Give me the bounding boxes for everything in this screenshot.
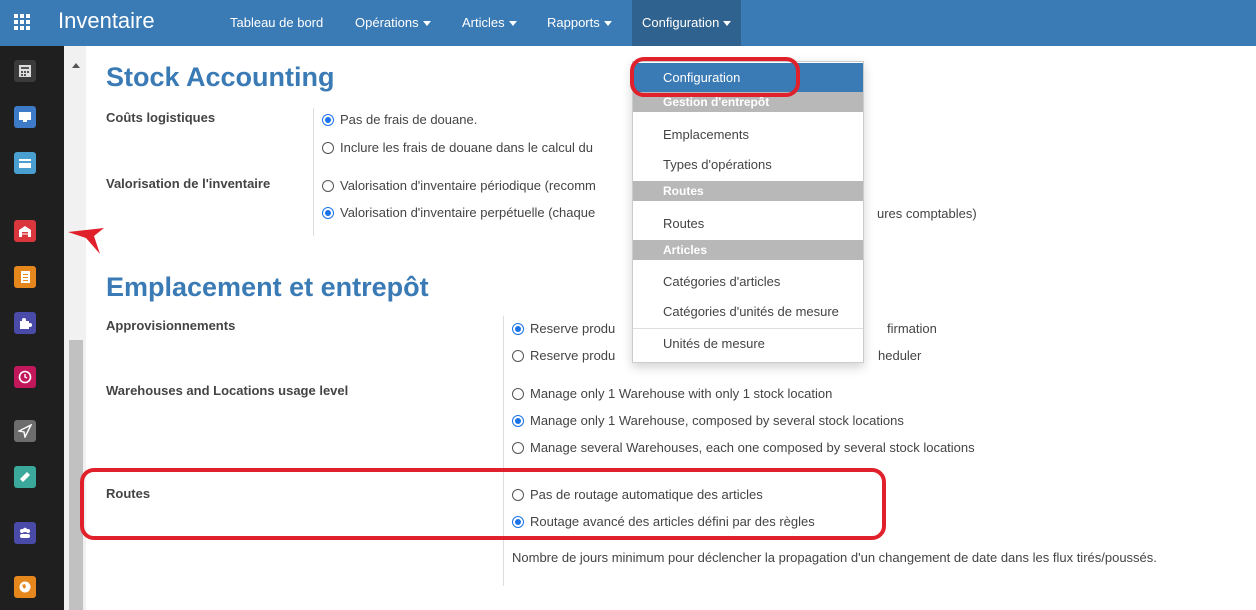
radio-label: Valorisation d'inventaire perpétuelle (c… — [340, 205, 596, 220]
radio-checked[interactable] — [512, 322, 524, 335]
chevron-down-icon — [723, 21, 732, 27]
radio-label: Manage several Warehouses, each one comp… — [530, 440, 975, 455]
radio-label: Pas de frais de douane. — [340, 112, 478, 127]
menu-label: Tableau de bord — [230, 15, 324, 30]
globe-icon[interactable] — [14, 576, 36, 598]
users-icon[interactable] — [14, 522, 36, 544]
field-divider — [313, 108, 314, 236]
menu-operations[interactable]: Opérations — [349, 0, 437, 46]
chevron-down-icon — [422, 21, 431, 27]
menu-articles[interactable]: Articles — [456, 0, 523, 46]
radio-option[interactable]: Inclure les frais de douane dans le calc… — [322, 140, 593, 155]
dropdown-item-types-operations[interactable]: Types d'opérations — [633, 150, 863, 179]
radio-checked[interactable] — [322, 206, 334, 219]
dropdown-item-configuration[interactable]: Configuration — [633, 63, 863, 92]
radio-checked[interactable] — [512, 414, 524, 427]
app-sidebar — [0, 46, 64, 610]
radio-unchecked[interactable] — [512, 488, 524, 501]
radio-label: Manage only 1 Warehouse with only 1 stoc… — [530, 386, 833, 401]
radio-label: Pas de routage automatique des articles — [530, 487, 763, 502]
menu-label: Rapports — [547, 15, 600, 30]
document-icon[interactable] — [14, 266, 36, 288]
radio-unchecked[interactable] — [512, 441, 524, 454]
radio-option[interactable]: Reserve produ — [512, 321, 615, 336]
dropdown-item-emplacements[interactable]: Emplacements — [633, 120, 863, 149]
field-divider — [503, 316, 504, 586]
top-navbar: Inventaire Tableau de bord Opérations Ar… — [0, 0, 1256, 46]
radio-label: Reserve produ — [530, 321, 616, 336]
scroll-up-icon[interactable] — [72, 63, 80, 68]
radio-label: Valorisation d'inventaire périodique (re… — [340, 178, 596, 193]
warehouse-icon[interactable] — [14, 220, 36, 242]
valorisation-label: Valorisation de l'inventaire — [106, 176, 271, 191]
menu-configuration[interactable]: Configuration — [632, 0, 742, 46]
app-title[interactable]: Inventaire — [58, 8, 155, 34]
annotation-arrow-icon — [68, 228, 104, 254]
radio-option[interactable]: Manage only 1 Warehouse, composed by sev… — [512, 413, 904, 428]
couts-logistiques-label: Coûts logistiques — [106, 110, 216, 125]
routes-help-text: Nombre de jours minimum pour déclencher … — [512, 550, 1157, 565]
calculator-icon[interactable] — [14, 60, 36, 82]
radio-unchecked[interactable] — [512, 349, 524, 362]
send-icon[interactable] — [14, 420, 36, 442]
routes-label: Routes — [106, 486, 151, 501]
configuration-dropdown: Configuration Gestion d'entrepôt Emplace… — [632, 61, 864, 363]
chevron-down-icon — [603, 21, 612, 27]
radio-label: Inclure les frais de douane dans le calc… — [340, 140, 593, 155]
radio-option[interactable]: Routage avancé des articles défini par d… — [512, 514, 815, 529]
apps-grid-icon[interactable] — [14, 14, 32, 32]
ticket-icon[interactable] — [14, 466, 36, 488]
credit-card-icon[interactable] — [14, 152, 36, 174]
radio-option[interactable]: Valorisation d'inventaire perpétuelle (c… — [322, 205, 595, 220]
approv-option-tail: heduler — [878, 348, 922, 363]
dropdown-header-articles: Articles — [633, 240, 863, 260]
radio-option[interactable]: Pas de frais de douane. — [322, 112, 477, 127]
approv-option-tail: firmation — [887, 321, 937, 336]
radio-option[interactable]: Reserve produ — [512, 348, 615, 363]
radio-checked[interactable] — [322, 113, 334, 126]
radio-label: Routage avancé des articles défini par d… — [530, 514, 815, 529]
usage-level-label: Warehouses and Locations usage level — [106, 383, 349, 398]
radio-checked[interactable] — [512, 515, 524, 528]
radio-label: Manage only 1 Warehouse, composed by sev… — [530, 413, 904, 428]
approvisionnements-label: Approvisionnements — [106, 318, 236, 333]
monitor-icon[interactable] — [14, 106, 36, 128]
menu-label: Articles — [462, 15, 505, 30]
scrollbar-thumb[interactable] — [69, 340, 83, 610]
valorisation-label-tail: ures comptables) — [877, 206, 977, 221]
menu-label: Opérations — [355, 15, 419, 30]
radio-option[interactable]: Valorisation d'inventaire périodique (re… — [322, 178, 596, 193]
radio-option[interactable]: Manage several Warehouses, each one comp… — [512, 440, 975, 455]
dropdown-header-gestion: Gestion d'entrepôt — [633, 92, 863, 112]
section-title-stock-accounting: Stock Accounting — [106, 62, 335, 92]
radio-unchecked[interactable] — [322, 179, 334, 192]
chevron-down-icon — [508, 21, 517, 27]
menu-label: Configuration — [642, 15, 720, 30]
puzzle-icon[interactable] — [14, 312, 36, 334]
clock-icon[interactable] — [14, 366, 36, 388]
routes-highlight-box — [80, 468, 886, 540]
radio-option[interactable]: Pas de routage automatique des articles — [512, 487, 763, 502]
dropdown-item-routes[interactable]: Routes — [633, 209, 863, 238]
dropdown-item-categories-articles[interactable]: Catégories d'articles — [633, 267, 863, 296]
menu-tableau-de-bord[interactable]: Tableau de bord — [224, 0, 329, 46]
radio-option[interactable]: Manage only 1 Warehouse with only 1 stoc… — [512, 386, 832, 401]
dropdown-item-unites-mesure[interactable]: Unités de mesure — [633, 329, 863, 358]
radio-label: Reserve produ — [530, 348, 616, 363]
dropdown-header-routes: Routes — [633, 181, 863, 201]
menu-rapports[interactable]: Rapports — [541, 0, 618, 46]
radio-unchecked[interactable] — [512, 387, 524, 400]
radio-unchecked[interactable] — [322, 141, 334, 154]
section-title-emplacement: Emplacement et entrepôt — [106, 272, 429, 302]
dropdown-item-categories-unites[interactable]: Catégories d'unités de mesure — [633, 297, 863, 326]
